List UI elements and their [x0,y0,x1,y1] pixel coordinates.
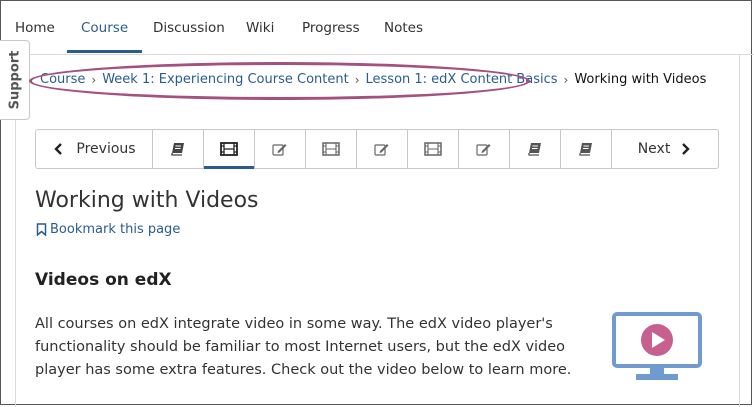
tab-wiki[interactable]: Wiki [246,20,274,53]
video-icon [322,142,340,156]
support-tab[interactable]: Support [0,40,30,120]
sequence-nav: Previous Next [35,129,719,169]
bookmark-label: Bookmark this page [50,222,181,237]
unit-button-4[interactable] [306,130,357,168]
unit-button-5[interactable] [357,130,408,168]
unit-button-2[interactable] [204,130,255,169]
edit-icon [476,144,491,156]
unit-button-7[interactable] [459,130,510,168]
tab-discussion[interactable]: Discussion [153,20,225,53]
next-label: Next [637,141,671,157]
previous-button[interactable]: Previous [36,130,153,168]
chevron-right-icon [682,143,691,155]
bookmark-icon [36,223,47,236]
intro-paragraph: All courses on edX integrate video in so… [35,316,572,378]
book-icon [171,143,184,156]
chevron-right-icon: › [563,72,569,87]
unit-button-9[interactable] [561,130,612,168]
next-button[interactable]: Next [612,130,718,168]
unit-button-8[interactable] [510,130,561,168]
bookmark-button[interactable]: Bookmark this page [36,222,180,237]
video-icon [424,142,442,156]
unit-button-1[interactable] [153,130,204,168]
edit-icon [374,144,389,156]
chevron-left-icon [54,143,63,155]
edit-icon [272,144,287,156]
book-icon [528,143,541,156]
book-icon [579,143,592,156]
support-label: Support [7,50,22,110]
tab-course[interactable]: Course [66,20,143,53]
tab-notes[interactable]: Notes [384,20,423,53]
previous-label: Previous [76,141,136,157]
video-monitor-icon [612,312,702,380]
breadcrumb-current: Working with Videos [574,72,707,87]
highlight-annotation [29,62,530,100]
course-tabs: Home Course Discussion Wiki Progress Not… [0,0,754,55]
page-title: Working with Videos [35,188,259,213]
video-icon [220,142,238,156]
section-heading: Videos on edX [35,270,172,290]
unit-button-3[interactable] [255,130,306,168]
tab-progress[interactable]: Progress [302,20,360,53]
unit-button-6[interactable] [408,130,459,168]
